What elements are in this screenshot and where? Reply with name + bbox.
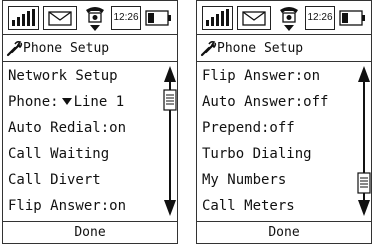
menu-item-network-setup[interactable]: Network Setup bbox=[3, 62, 161, 88]
scroll-thumb bbox=[357, 172, 371, 194]
envelope-icon[interactable] bbox=[237, 6, 271, 30]
settings-list: Network Setup Phone: Line 1 Auto Redial:o… bbox=[3, 62, 161, 218]
scroll-down-arrow-icon bbox=[358, 200, 370, 216]
menu-item-label: Prepend:off bbox=[202, 120, 295, 136]
scroll-thumb bbox=[163, 89, 177, 111]
menu-item-flip-answer[interactable]: Flip Answer:on bbox=[3, 192, 161, 218]
phone-icon[interactable] bbox=[83, 3, 107, 33]
envelope-icon[interactable] bbox=[43, 6, 77, 30]
menu-item-label: Call Waiting bbox=[8, 146, 110, 162]
menu-item-call-meters[interactable]: Call Meters bbox=[197, 192, 355, 218]
phone-setup-screen: 12:26 Phone Setup Flip Answer:on Auto An… bbox=[196, 0, 372, 244]
signal-strength-icon bbox=[8, 6, 39, 30]
menu-item-label: Network Setup bbox=[8, 68, 118, 84]
dropdown-arrow-icon[interactable] bbox=[61, 98, 72, 105]
menu-item-label: Auto Redial:on bbox=[8, 120, 127, 136]
settings-list: Flip Answer:on Auto Answer:off Prepend:o… bbox=[197, 62, 355, 218]
battery-icon bbox=[145, 7, 173, 29]
menu-item-auto-redial[interactable]: Auto Redial:on bbox=[3, 114, 161, 140]
clock-time: 12:26 bbox=[111, 6, 141, 30]
menu-item-flip-answer[interactable]: Flip Answer:on bbox=[197, 62, 355, 88]
menu-item-auto-answer[interactable]: Auto Answer:off bbox=[197, 88, 355, 114]
title-bar: Phone Setup bbox=[3, 35, 177, 62]
phone-icon[interactable] bbox=[277, 3, 301, 33]
battery-icon bbox=[339, 7, 367, 29]
scrollbar[interactable] bbox=[355, 65, 372, 217]
wrench-icon bbox=[6, 40, 23, 57]
status-bar: 12:26 bbox=[3, 1, 177, 35]
scroll-up-arrow-icon bbox=[164, 66, 176, 82]
menu-item-label: Flip Answer:on bbox=[202, 68, 321, 84]
menu-item-call-divert[interactable]: Call Divert bbox=[3, 166, 161, 192]
scroll-up-arrow-icon bbox=[358, 66, 370, 82]
phone-setup-screen: 12:26 Phone Setup Network Setup Phone: Li… bbox=[2, 0, 178, 244]
scrollbar[interactable] bbox=[161, 65, 179, 217]
page-title: Phone Setup bbox=[23, 41, 110, 56]
status-bar: 12:26 bbox=[197, 1, 371, 35]
menu-item-label: Flip Answer:on bbox=[8, 198, 127, 214]
menu-item-my-numbers[interactable]: My Numbers bbox=[197, 166, 355, 192]
menu-item-phone-line[interactable]: Phone: Line 1 bbox=[3, 88, 161, 114]
done-button[interactable]: Done bbox=[3, 221, 177, 245]
page-title: Phone Setup bbox=[217, 41, 304, 56]
done-button[interactable]: Done bbox=[197, 221, 371, 245]
signal-strength-icon bbox=[202, 6, 233, 30]
menu-item-label: My Numbers bbox=[202, 172, 287, 188]
scroll-down-arrow-icon bbox=[164, 200, 176, 216]
menu-item-label: Auto Answer:off bbox=[202, 94, 329, 110]
clock-time: 12:26 bbox=[305, 6, 335, 30]
phone-line-value[interactable]: Line 1 bbox=[74, 94, 125, 110]
menu-item-label: Call Meters bbox=[202, 198, 295, 214]
menu-item-call-waiting[interactable]: Call Waiting bbox=[3, 140, 161, 166]
menu-item-label: Call Divert bbox=[8, 172, 101, 188]
menu-item-label: Turbo Dialing bbox=[202, 146, 312, 162]
wrench-icon bbox=[200, 40, 217, 57]
menu-item-turbo-dialing[interactable]: Turbo Dialing bbox=[197, 140, 355, 166]
title-bar: Phone Setup bbox=[197, 35, 371, 62]
menu-item-label: Phone: bbox=[8, 94, 59, 110]
menu-item-prepend[interactable]: Prepend:off bbox=[197, 114, 355, 140]
